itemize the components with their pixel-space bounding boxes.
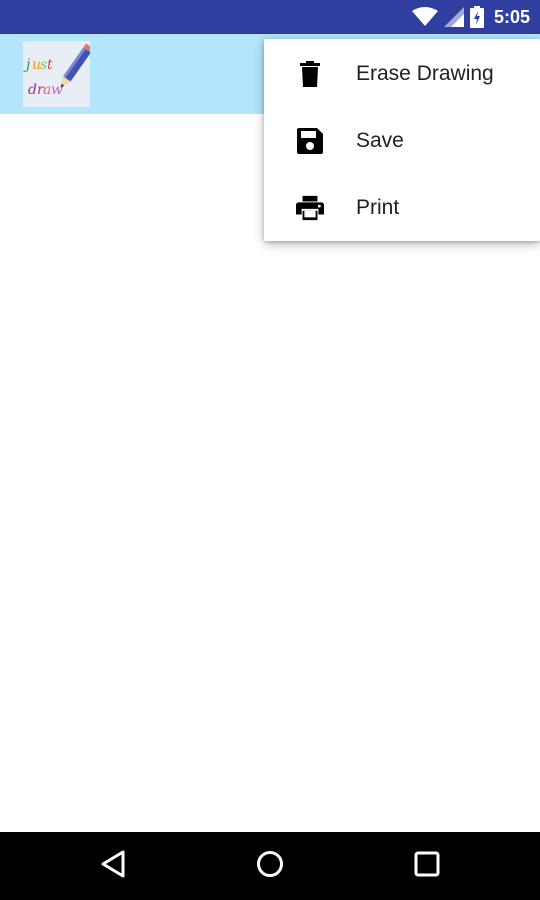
svg-text:t: t <box>47 57 53 73</box>
wifi-icon <box>411 7 438 27</box>
menu-item-label: Print <box>356 195 400 219</box>
svg-text:d: d <box>28 82 37 98</box>
menu-item-label: Save <box>356 128 404 152</box>
trash-icon <box>296 60 324 88</box>
save-icon <box>296 127 324 155</box>
menu-item-save[interactable]: Save <box>264 107 540 174</box>
back-button[interactable] <box>93 846 133 886</box>
cell-signal-icon <box>443 7 464 27</box>
status-bar: 5:05 <box>0 0 540 34</box>
battery-charging-icon <box>469 6 484 28</box>
print-icon <box>296 194 324 222</box>
back-icon <box>100 850 126 883</box>
home-icon <box>256 850 284 883</box>
svg-text:w: w <box>51 82 63 98</box>
overflow-menu: Erase Drawing Save Print <box>264 39 540 241</box>
menu-item-erase-drawing[interactable]: Erase Drawing <box>264 40 540 107</box>
app-logo[interactable]: j u s t d r a w <box>23 41 94 107</box>
menu-item-label: Erase Drawing <box>356 61 494 85</box>
menu-item-print[interactable]: Print <box>264 174 540 241</box>
recents-icon <box>414 851 440 882</box>
navigation-bar <box>0 832 540 900</box>
home-button[interactable] <box>250 846 290 886</box>
recents-button[interactable] <box>407 846 447 886</box>
status-time: 5:05 <box>493 6 530 27</box>
